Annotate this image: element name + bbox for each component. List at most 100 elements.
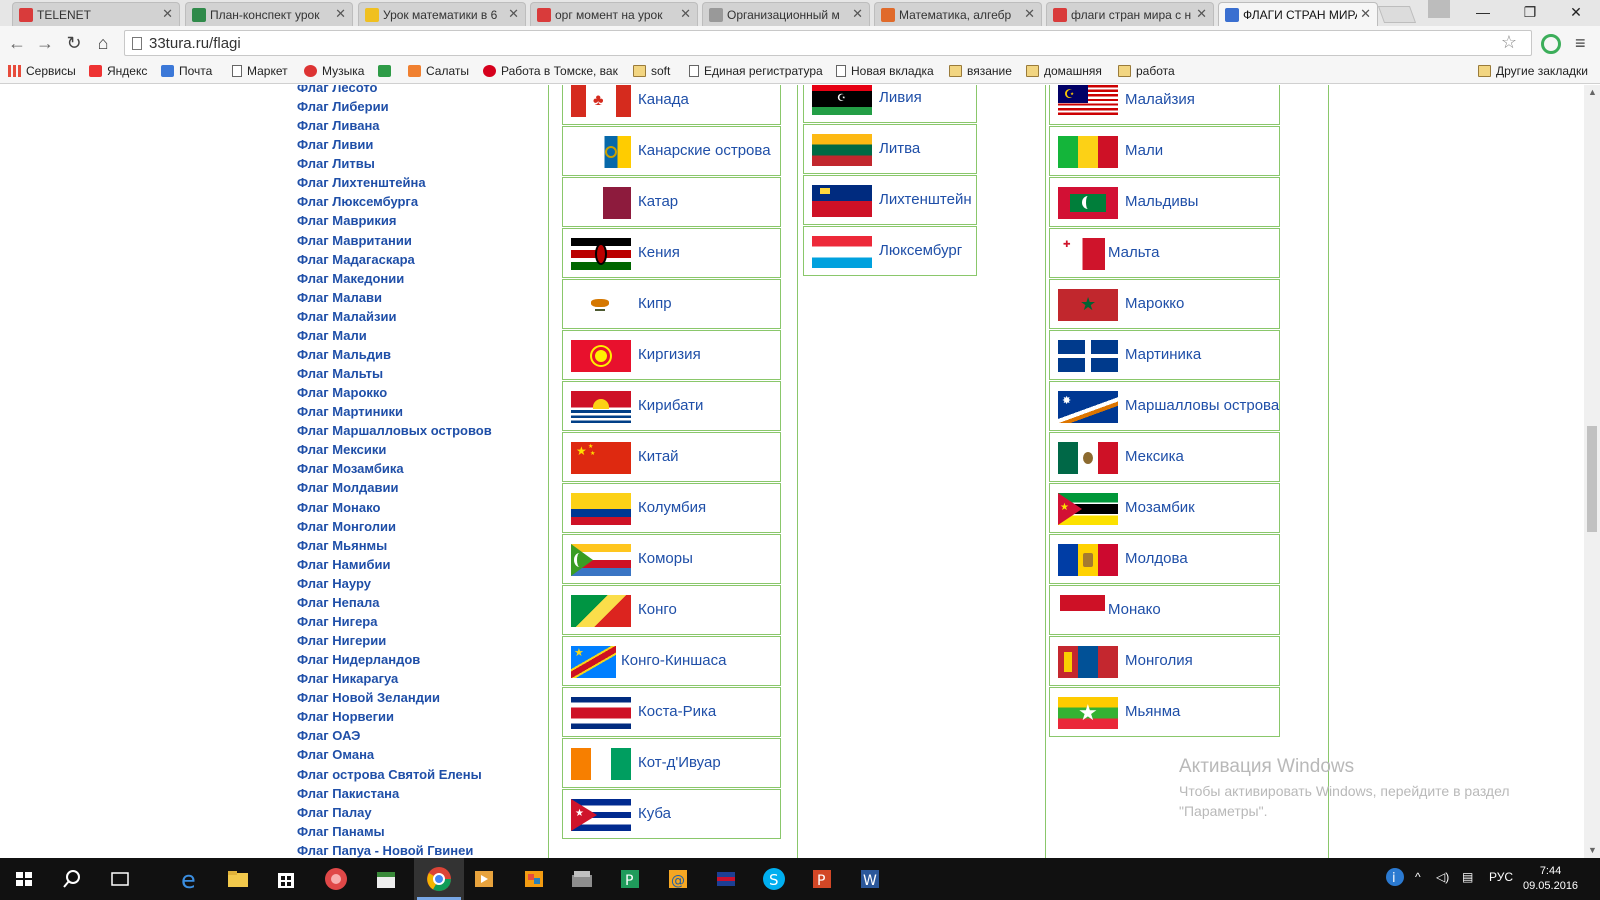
country-flag-cell[interactable]: Мексика <box>1049 432 1280 482</box>
country-flag-link[interactable]: Флаг Нигера <box>297 614 377 629</box>
country-name-link[interactable]: Канарские острова <box>638 142 771 159</box>
country-name-link[interactable]: Коста-Рика <box>638 703 716 720</box>
martinique-flag-icon[interactable] <box>1058 340 1118 372</box>
country-flag-cell[interactable]: Кения <box>562 228 781 278</box>
maldives-flag-icon[interactable] <box>1058 187 1118 219</box>
close-window-button[interactable]: ✕ <box>1556 0 1596 24</box>
extension-icon[interactable] <box>1541 34 1561 54</box>
tab-close-icon[interactable]: ✕ <box>680 6 691 22</box>
costa-rica-flag-icon[interactable] <box>571 697 631 729</box>
country-flag-cell[interactable]: Колумбия <box>562 483 781 533</box>
kiribati-flag-icon[interactable] <box>571 391 631 423</box>
tab-close-icon[interactable]: ✕ <box>1360 6 1371 22</box>
kyrgyzstan-flag-icon[interactable] <box>571 340 631 372</box>
bookmark-item[interactable] <box>378 64 396 78</box>
country-name-link[interactable]: Конго-Киншаса <box>621 652 726 669</box>
cuba-flag-icon[interactable]: ★ <box>571 799 631 831</box>
media-app-icon[interactable] <box>322 865 350 893</box>
powerpoint-icon[interactable]: P <box>808 865 836 893</box>
myanmar-flag-icon[interactable]: ★ <box>1058 697 1118 729</box>
morocco-flag-icon[interactable]: ★ <box>1058 289 1118 321</box>
country-flag-cell[interactable]: Лихтенштейн <box>803 175 977 225</box>
comoros-flag-icon[interactable] <box>571 544 631 576</box>
country-flag-cell[interactable]: Кот-д'Ивуар <box>562 738 781 788</box>
libya-flag-icon[interactable]: ☪ <box>812 85 872 115</box>
calendar-app-icon[interactable] <box>372 865 400 893</box>
country-flag-link[interactable]: Флаг Люксембурга <box>297 194 418 209</box>
country-flag-link[interactable]: Флаг Мальты <box>297 366 383 381</box>
country-name-link[interactable]: Киргизия <box>638 346 701 363</box>
country-name-link[interactable]: Лихтенштейн <box>879 191 972 208</box>
lithuania-flag-icon[interactable] <box>812 134 872 166</box>
bookmark-item[interactable]: Маркет <box>232 64 288 78</box>
mali-flag-icon[interactable] <box>1058 136 1118 168</box>
country-flag-link[interactable]: Флаг Монако <box>297 500 380 515</box>
notification-icon[interactable]: ▤ <box>1462 870 1473 884</box>
country-flag-cell[interactable]: ♣ Канада <box>562 85 781 125</box>
country-flag-cell[interactable]: ★ ★ ★ Китай <box>562 432 781 482</box>
country-flag-cell[interactable]: Коморы <box>562 534 781 584</box>
paint-app-icon[interactable] <box>520 865 548 893</box>
tab-close-icon[interactable]: ✕ <box>1196 6 1207 22</box>
address-input[interactable] <box>149 33 1489 53</box>
country-flag-cell[interactable]: Мали <box>1049 126 1280 176</box>
new-tab-button[interactable] <box>1377 6 1417 23</box>
country-name-link[interactable]: Мозамбик <box>1125 499 1195 516</box>
mail-agent-icon[interactable]: @ <box>664 865 692 893</box>
browser-menu-icon[interactable]: ≡ <box>1575 33 1586 54</box>
country-flag-link[interactable]: Флаг Мали <box>297 328 367 343</box>
country-flag-link[interactable]: Флаг Мадагаскара <box>297 252 415 267</box>
country-name-link[interactable]: Колумбия <box>638 499 706 516</box>
browser-tab[interactable]: орг момент на урок ✕ <box>530 2 698 26</box>
country-flag-cell[interactable]: Мальдивы <box>1049 177 1280 227</box>
congo-flag-icon[interactable] <box>571 595 631 627</box>
country-flag-cell[interactable]: ☪ Малайзия <box>1049 85 1280 125</box>
country-flag-link[interactable]: Флаг Малави <box>297 290 382 305</box>
country-flag-link[interactable]: Флаг Мьянмы <box>297 538 387 553</box>
country-flag-cell[interactable]: Киргизия <box>562 330 781 380</box>
country-name-link[interactable]: Мальта <box>1108 244 1159 261</box>
browser-tab[interactable]: План-конспект урок ✕ <box>185 2 353 26</box>
archive-app-icon[interactable] <box>568 865 596 893</box>
country-name-link[interactable]: Мартиника <box>1125 346 1201 363</box>
country-flag-cell[interactable]: ★ Марокко <box>1049 279 1280 329</box>
country-name-link[interactable]: Мексика <box>1125 448 1184 465</box>
scrollbar-thumb[interactable] <box>1587 426 1597 532</box>
country-flag-link[interactable]: Флаг Палау <box>297 805 372 820</box>
country-flag-link[interactable]: Флаг Мексики <box>297 442 386 457</box>
country-flag-cell[interactable]: Литва <box>803 124 977 174</box>
flag-app-icon[interactable] <box>712 865 740 893</box>
country-flag-link[interactable]: Флаг Ливана <box>297 118 380 133</box>
country-flag-link[interactable]: Флаг Малайзии <box>297 309 396 324</box>
cyprus-flag-icon[interactable] <box>571 289 631 321</box>
china-flag-icon[interactable]: ★ ★ ★ <box>571 442 631 474</box>
country-flag-cell[interactable]: ★ Мозамбик <box>1049 483 1280 533</box>
country-name-link[interactable]: Монако <box>1108 601 1161 618</box>
luxembourg-flag-icon[interactable] <box>812 236 872 268</box>
tab-close-icon[interactable]: ✕ <box>508 6 519 22</box>
country-flag-link[interactable]: Флаг Литвы <box>297 156 375 171</box>
vertical-scrollbar[interactable]: ▲ ▼ <box>1584 85 1600 858</box>
bookmark-item[interactable]: Сервисы <box>8 64 76 78</box>
country-flag-cell[interactable]: Кипр <box>562 279 781 329</box>
country-name-link[interactable]: Молдова <box>1125 550 1188 567</box>
word-icon[interactable]: W <box>856 865 884 893</box>
ivory-coast-flag-icon[interactable] <box>571 748 631 780</box>
country-name-link[interactable]: Люксембург <box>879 242 962 259</box>
scroll-down-arrow-icon[interactable]: ▼ <box>1588 845 1597 855</box>
mexico-flag-icon[interactable] <box>1058 442 1118 474</box>
country-flag-link[interactable]: Флаг Никарагуа <box>297 671 398 686</box>
country-flag-link[interactable]: Флаг Марокко <box>297 385 387 400</box>
country-name-link[interactable]: Мали <box>1125 142 1163 159</box>
liechtenstein-flag-icon[interactable] <box>812 185 872 217</box>
home-button[interactable]: ⌂ <box>92 32 114 54</box>
back-button[interactable]: ← <box>6 32 28 54</box>
country-flag-link[interactable]: Флаг Маршалловых островов <box>297 423 492 438</box>
user-profile-icon[interactable] <box>1428 0 1450 18</box>
country-flag-cell[interactable]: Канарские острова <box>562 126 781 176</box>
country-flag-cell[interactable]: ★ Куба <box>562 789 781 839</box>
mozambique-flag-icon[interactable]: ★ <box>1058 493 1118 525</box>
kenya-flag-icon[interactable] <box>571 238 631 270</box>
start-button[interactable] <box>10 865 38 893</box>
browser-tab[interactable]: Организационный м ✕ <box>702 2 870 26</box>
